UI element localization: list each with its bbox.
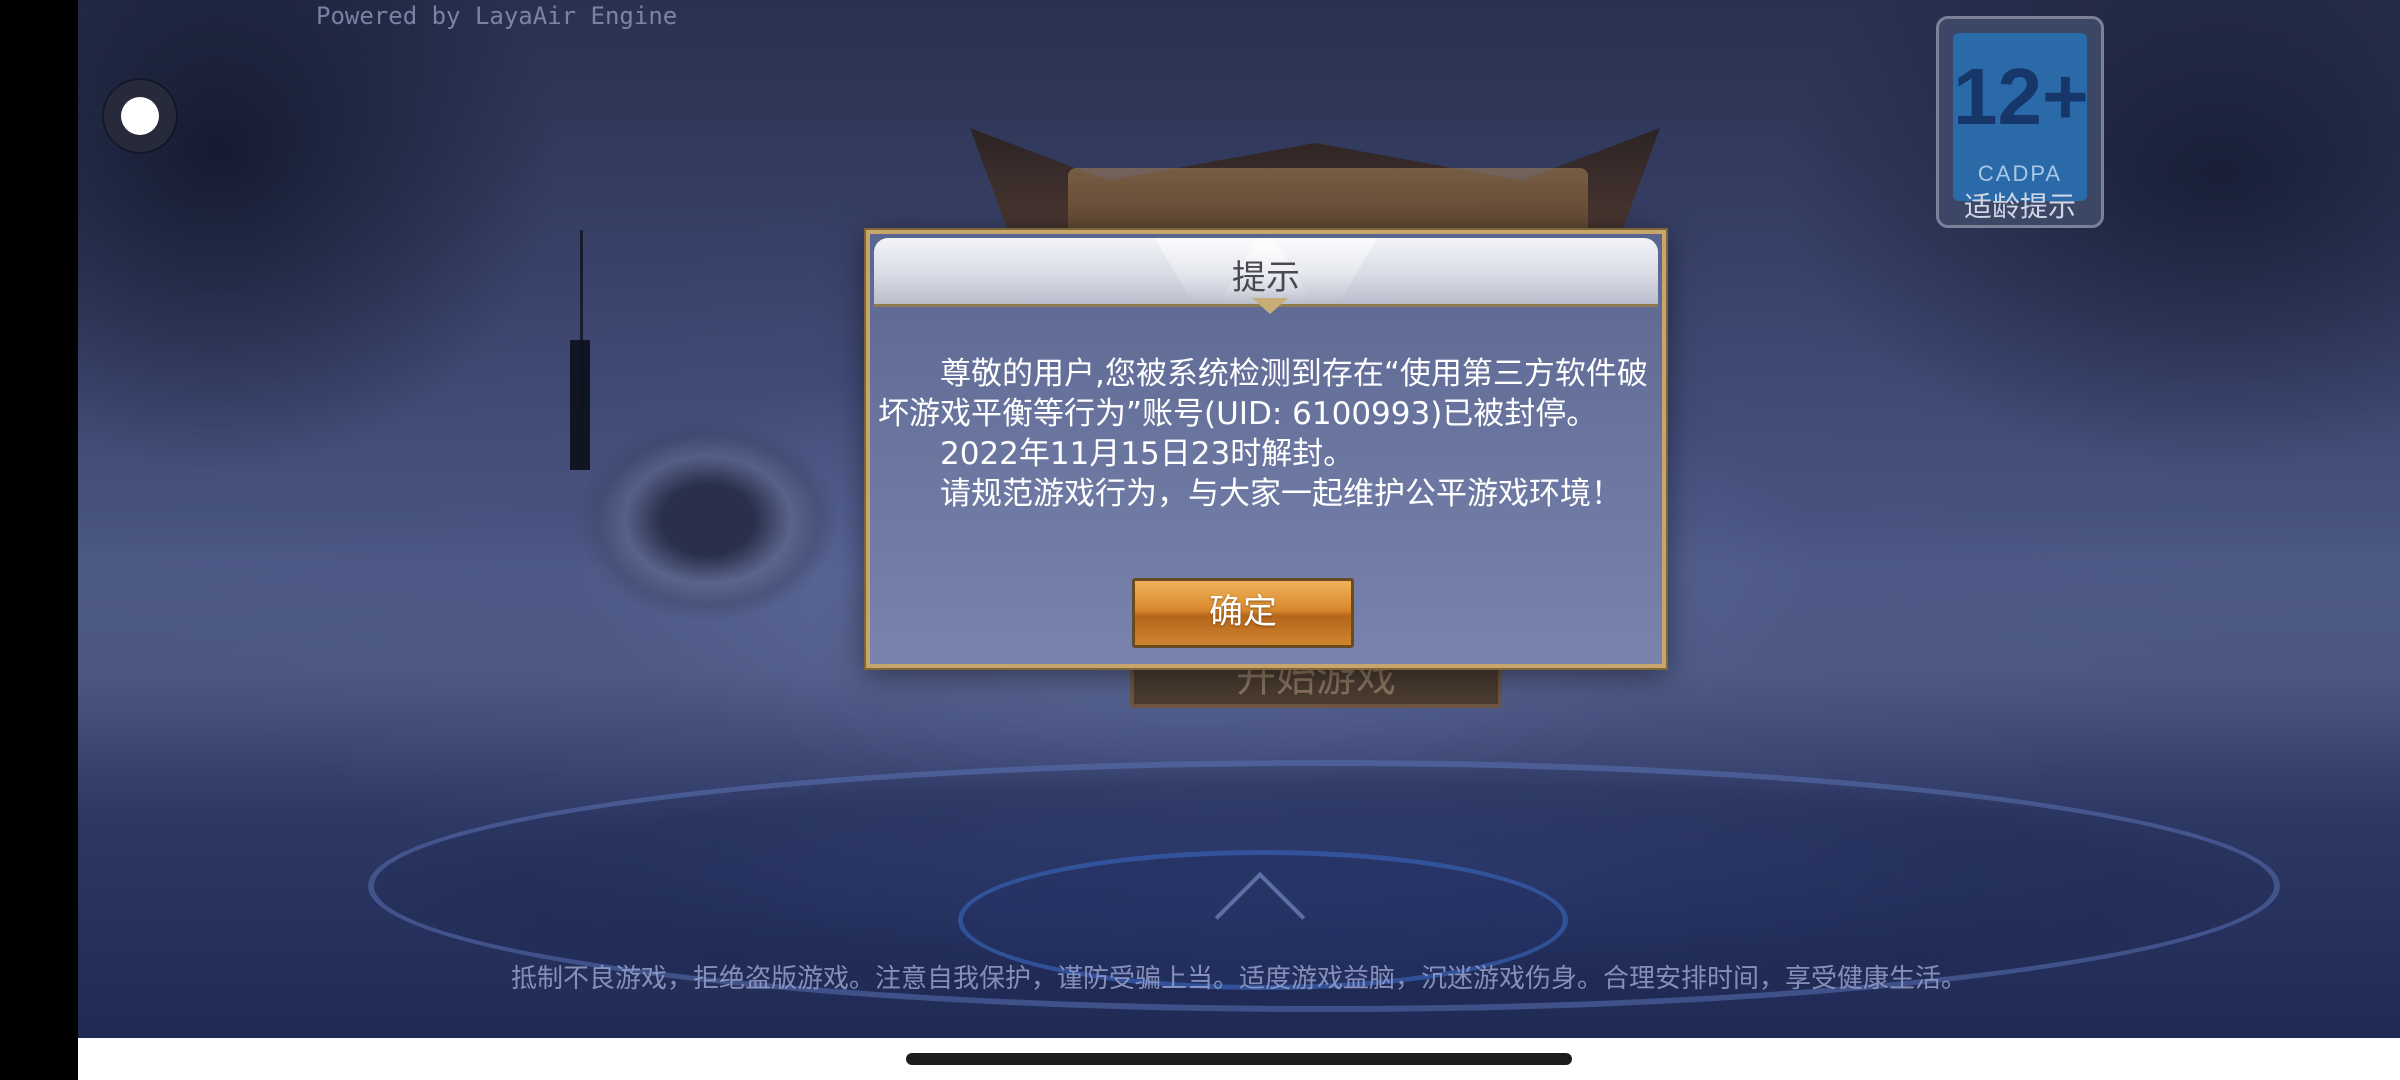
dialog-body: 尊敬的用户,您被系统检测到存在“使用第三方软件破坏游戏平衡等行为”账号(UID:…	[878, 354, 1648, 514]
age-rating-org: CADPA	[1977, 161, 2063, 186]
screen: Powered by LayaAir Engine 开始游戏 抵制不良游戏，拒绝…	[0, 0, 2400, 1080]
age-rating-number: 12+	[1953, 52, 2089, 141]
dialog-title: 提示	[1232, 258, 1300, 298]
fair-play-reminder: 请规范游戏行为，与大家一起维护公平游戏环境！	[940, 476, 1622, 512]
age-rating-panel: 12+ CADPA	[1953, 33, 2089, 201]
ban-notice-dialog: 提示 尊敬的用户,您被系统检测到存在“使用第三方软件破坏游戏平衡等行为”账号(U…	[866, 230, 1666, 668]
unban-time: 2022年11月15日23时解封。	[940, 436, 1355, 472]
health-notice: 抵制不良游戏，拒绝盗版游戏。注意自我保护，谨防受骗上当。适度游戏益脑，沉迷游戏伤…	[510, 964, 1967, 994]
dialog-header: 提示	[874, 238, 1658, 307]
home-indicator[interactable]	[906, 1053, 1572, 1065]
screen-record-indicator[interactable]	[104, 80, 176, 152]
age-rating-label: 适龄提示	[1963, 190, 2076, 223]
ban-message: 尊敬的用户,您被系统检测到存在“使用第三方软件破坏游戏平衡等行为”账号(UID:…	[878, 356, 1648, 432]
age-rating-badge[interactable]: 12+ CADPA 适龄提示	[1936, 16, 2104, 228]
confirm-button[interactable]: 确定	[1132, 578, 1354, 648]
engine-credit: Powered by LayaAir Engine	[316, 2, 678, 30]
background-nest	[578, 420, 838, 620]
wind-chime	[570, 340, 590, 470]
